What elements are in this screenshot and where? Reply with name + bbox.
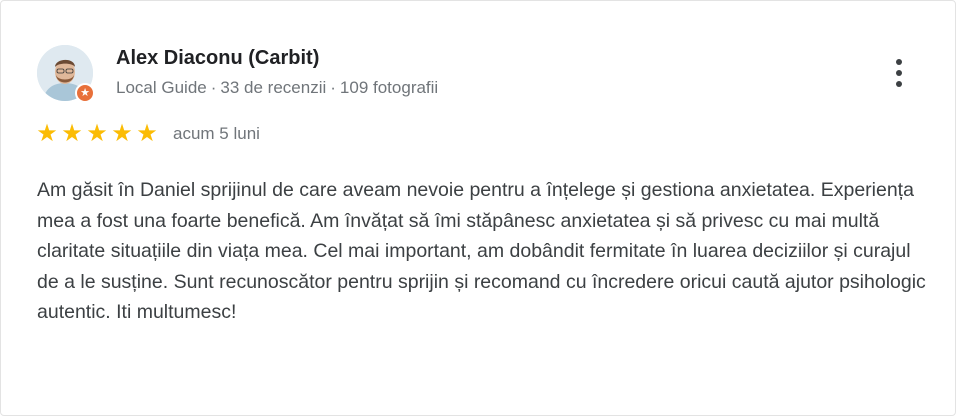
more-options-button[interactable] [881,53,917,93]
star-rating: ★ ★ ★ ★ ★ [35,122,159,146]
star-icon: ★ [36,120,58,147]
review-card: ★ Alex Diaconu (Carbit) Local Guide · 33 d… [0,0,956,416]
author-reviews-count: 33 de recenzii [220,78,327,97]
local-guide-badge: ★ [75,83,95,103]
author-meta[interactable]: Local Guide · 33 de recenzii · 109 fotografi… [116,78,438,98]
star-icon: ★ [136,120,158,147]
author-level: Local Guide [116,78,207,97]
rating-row: ★ ★ ★ ★ ★ acum 5 luni [35,121,260,147]
meta-separator: · [210,78,217,97]
review-date: acum 5 luni [173,124,260,143]
author-avatar[interactable]: ★ [37,45,95,103]
author-photos-count: 109 fotografii [339,78,439,97]
star-icon: ★ [86,120,108,147]
star-icon: ★ [80,86,90,99]
star-icon: ★ [61,120,83,147]
meta-separator: · [330,78,336,97]
author-name[interactable]: Alex Diaconu (Carbit) [116,47,319,70]
more-vert-icon [896,59,902,87]
star-icon: ★ [111,120,133,147]
review-text: Am găsit în Daniel sprijinul de care ave… [37,179,926,323]
